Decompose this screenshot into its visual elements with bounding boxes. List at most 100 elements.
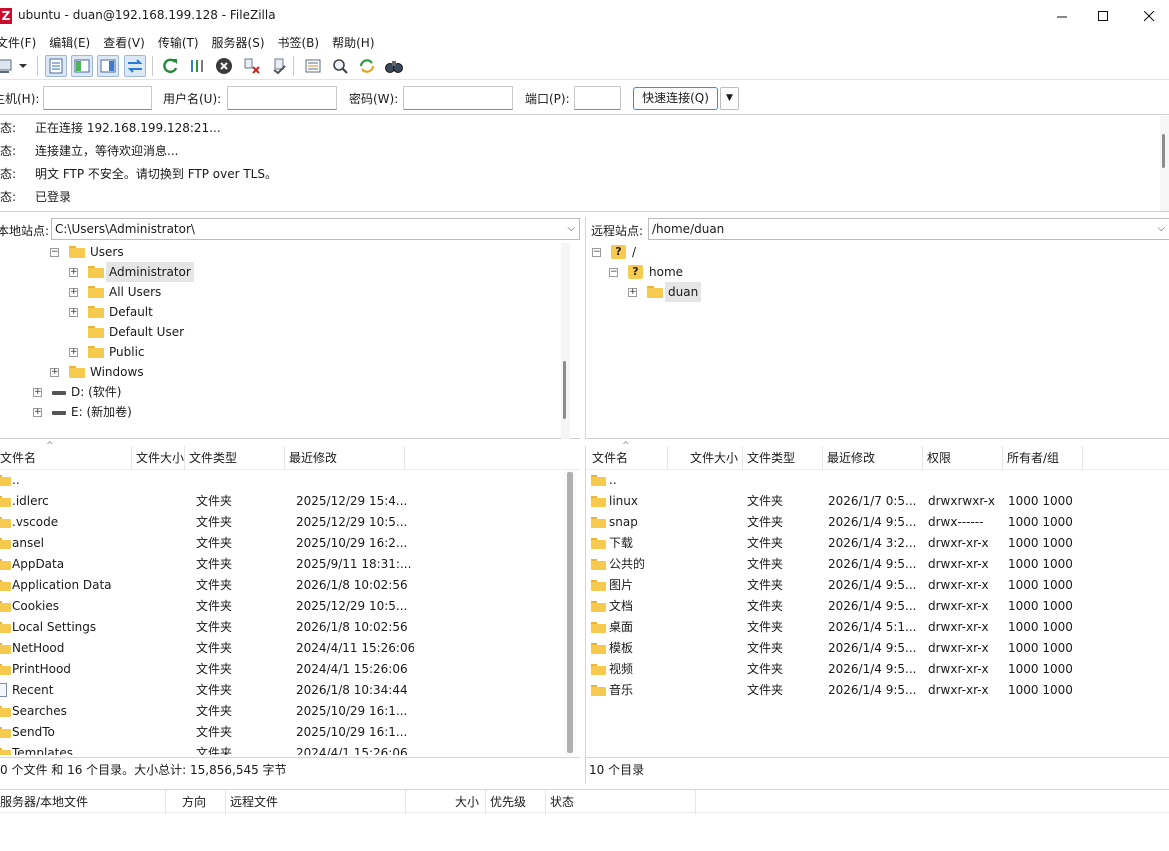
list-item[interactable]: Recent 文件夹 2026/1/8 10:34:44: [0, 680, 566, 701]
list-item[interactable]: AppData 文件夹 2025/9/11 18:31:...: [0, 554, 566, 575]
refresh-button[interactable]: [159, 55, 181, 77]
expand-icon[interactable]: +: [50, 368, 59, 377]
queue-column-header[interactable]: 方向: [166, 790, 226, 814]
tree-node[interactable]: + Default: [0, 302, 560, 322]
queue-column-header[interactable]: 状态: [546, 790, 696, 814]
local-list-scrollbar[interactable]: [564, 470, 576, 755]
site-manager-dropdown[interactable]: [17, 55, 29, 77]
host-input[interactable]: [43, 86, 152, 110]
local-tree-scrollbar[interactable]: [561, 243, 570, 439]
close-window-button[interactable]: [1126, 0, 1169, 32]
list-item[interactable]: .idlerc 文件夹 2025/12/29 15:4...: [0, 491, 566, 512]
queue-column-header[interactable]: 优先级: [486, 790, 546, 814]
column-header[interactable]: 文件类型: [743, 446, 823, 470]
toggle-remote-tree-button[interactable]: [97, 55, 119, 77]
search-button[interactable]: [383, 55, 405, 77]
tree-node[interactable]: −? /: [586, 242, 1146, 262]
toggle-log-button[interactable]: [45, 55, 67, 77]
list-item[interactable]: Cookies 文件夹 2025/12/29 10:5...: [0, 596, 566, 617]
list-item[interactable]: NetHood 文件夹 2024/4/11 15:26:06: [0, 638, 566, 659]
queue-column-header[interactable]: 远程文件: [226, 790, 406, 814]
toggle-local-tree-button[interactable]: [71, 55, 93, 77]
queue-column-header[interactable]: 服务器/本地文件: [0, 790, 166, 814]
expand-icon[interactable]: +: [69, 308, 78, 317]
list-item[interactable]: .vscode 文件夹 2025/12/29 10:5...: [0, 512, 566, 533]
expand-icon[interactable]: +: [69, 288, 78, 297]
list-item[interactable]: ..: [586, 470, 1169, 491]
column-header[interactable]: 文件大小: [132, 446, 185, 470]
list-item[interactable]: 音乐 文件夹 2026/1/4 9:5... drwxr-xr-x 1000 1000: [586, 680, 1169, 701]
collapse-icon[interactable]: −: [609, 268, 618, 277]
column-header[interactable]: 所有者/组: [1003, 446, 1083, 470]
list-item[interactable]: 桌面 文件夹 2026/1/4 5:1... drwxr-xr-x 1000 1000: [586, 617, 1169, 638]
collapse-icon[interactable]: −: [50, 248, 59, 257]
toggle-queue-button[interactable]: [124, 55, 146, 77]
menu-item-4[interactable]: 服务器(S): [212, 34, 272, 51]
column-header[interactable]: 最近修改: [285, 446, 405, 470]
maximize-button[interactable]: [1080, 0, 1126, 32]
tree-node[interactable]: + D: (软件): [0, 382, 560, 402]
list-item[interactable]: Searches 文件夹 2025/10/29 16:1...: [0, 701, 566, 722]
collapse-icon[interactable]: −: [592, 248, 601, 257]
list-item[interactable]: 公共的 文件夹 2026/1/4 9:5... drwxr-xr-x 1000 1000: [586, 554, 1169, 575]
menu-item-1[interactable]: 编辑(E): [49, 34, 97, 51]
expand-icon[interactable]: +: [628, 288, 637, 297]
queue-column-header[interactable]: 大小: [406, 790, 486, 814]
expand-icon[interactable]: +: [69, 268, 78, 277]
tree-node[interactable]: + Public: [0, 342, 560, 362]
list-item[interactable]: Application Data 文件夹 2026/1/8 10:02:56: [0, 575, 566, 596]
tree-node[interactable]: + E: (新加卷): [0, 402, 560, 422]
list-item[interactable]: 模板 文件夹 2026/1/4 9:5... drwxr-xr-x 1000 1000: [586, 638, 1169, 659]
site-manager-button[interactable]: [0, 55, 16, 77]
list-item[interactable]: 图片 文件夹 2026/1/4 9:5... drwxr-xr-x 1000 1000: [586, 575, 1169, 596]
tree-node[interactable]: + duan: [586, 282, 1146, 302]
column-header[interactable]: 权限: [923, 446, 1003, 470]
list-item[interactable]: 下载 文件夹 2026/1/4 3:2... drwxr-xr-x 1000 1000: [586, 533, 1169, 554]
tree-node[interactable]: −? home: [586, 262, 1146, 282]
list-item[interactable]: Local Settings 文件夹 2026/1/8 10:02:56: [0, 617, 566, 638]
tree-node[interactable]: + Windows: [0, 362, 560, 382]
compare-button[interactable]: [329, 55, 351, 77]
log-scrollbar[interactable]: [1160, 116, 1169, 211]
list-item[interactable]: SendTo 文件夹 2025/10/29 16:1...: [0, 722, 566, 743]
filter-button[interactable]: [302, 55, 324, 77]
tree-node[interactable]: + All Users: [0, 282, 560, 302]
list-item[interactable]: snap 文件夹 2026/1/4 9:5... drwx------ 1000 100…: [586, 512, 1169, 533]
list-item[interactable]: linux 文件夹 2026/1/7 0:5... drwxrwxr-x 1000 10…: [586, 491, 1169, 512]
list-item[interactable]: Templates 文件夹 2024/4/1 15:26:06: [0, 743, 566, 755]
column-header[interactable]: 文件大小: [668, 446, 743, 470]
list-item[interactable]: 文档 文件夹 2026/1/4 9:5... drwxr-xr-x 1000 1000: [586, 596, 1169, 617]
expand-icon[interactable]: +: [33, 388, 42, 397]
menu-item-5[interactable]: 书签(B): [278, 34, 327, 51]
menu-item-6[interactable]: 帮助(H): [332, 34, 381, 51]
reconnect-button[interactable]: [268, 55, 290, 77]
menu-item-2[interactable]: 查看(V): [103, 34, 152, 51]
expand-icon[interactable]: +: [69, 348, 78, 357]
cell-modified: 2026/1/8 10:02:56: [296, 578, 408, 592]
username-input[interactable]: [227, 86, 337, 110]
menu-item-3[interactable]: 传输(T): [158, 34, 206, 51]
quickconnect-history-dropdown[interactable]: ▼: [720, 87, 739, 110]
cancel-button[interactable]: [213, 55, 235, 77]
tree-node[interactable]: − Users: [0, 242, 560, 262]
quickconnect-button[interactable]: 快速连接(Q): [633, 87, 718, 110]
column-header[interactable]: 文件类型: [185, 446, 285, 470]
list-item[interactable]: ..: [0, 470, 566, 491]
menu-item-0[interactable]: 文件(F): [0, 34, 43, 51]
list-item[interactable]: 视频 文件夹 2026/1/4 9:5... drwxr-xr-x 1000 1000: [586, 659, 1169, 680]
process-queue-button[interactable]: [186, 55, 208, 77]
minimize-button[interactable]: [1039, 0, 1085, 32]
list-item[interactable]: PrintHood 文件夹 2024/4/1 15:26:06: [0, 659, 566, 680]
tree-node[interactable]: + Administrator: [0, 262, 560, 282]
sync-browse-button[interactable]: [356, 55, 378, 77]
column-header[interactable]: 最近修改: [823, 446, 923, 470]
local-path-combo[interactable]: C:\Users\Administrator\ ⌵: [51, 218, 580, 240]
list-item[interactable]: ansel 文件夹 2025/10/29 16:2...: [0, 533, 566, 554]
expand-icon[interactable]: +: [33, 408, 42, 417]
remote-path-combo[interactable]: /home/duan ⌵: [648, 218, 1169, 240]
disconnect-button[interactable]: [241, 55, 263, 77]
column-header[interactable]: 文件名: [0, 446, 132, 470]
tree-node[interactable]: Default User: [0, 322, 560, 342]
port-input[interactable]: [574, 86, 621, 110]
password-input[interactable]: [403, 86, 513, 110]
